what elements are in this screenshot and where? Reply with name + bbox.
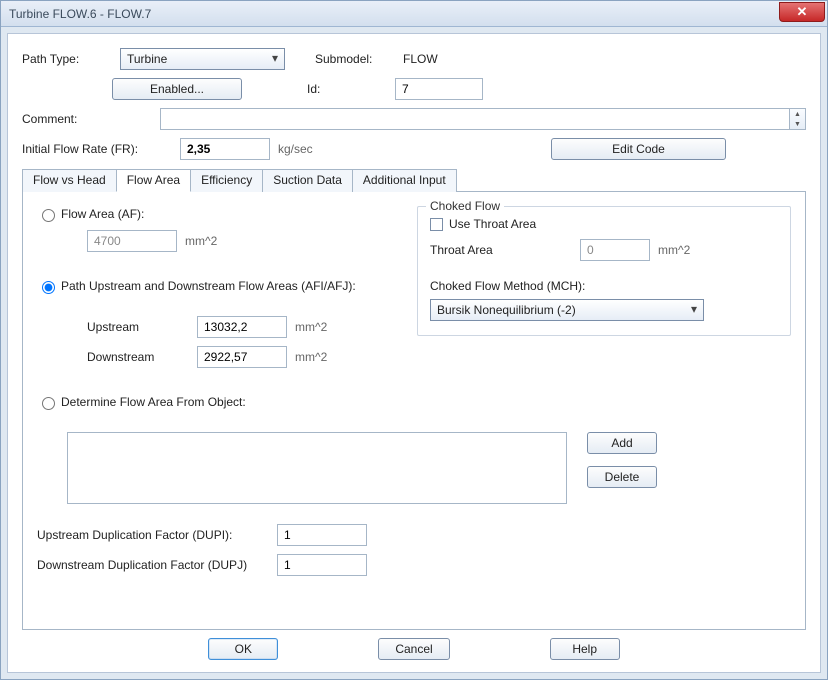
path-type-combo[interactable]: Turbine bbox=[120, 48, 285, 70]
radio-flow-area-object[interactable] bbox=[42, 397, 55, 410]
radio-afiafj-row: Path Upstream and Downstream Flow Areas … bbox=[37, 278, 387, 294]
spacer bbox=[37, 260, 387, 278]
submodel-label: Submodel: bbox=[315, 52, 395, 66]
spacer bbox=[37, 418, 791, 432]
object-buttons: Add Delete bbox=[587, 432, 657, 488]
spacer bbox=[37, 302, 387, 316]
dialog-window: Turbine FLOW.6 - FLOW.7 ✕ Path Type: Tur… bbox=[0, 0, 828, 680]
radio-flow-area-afiafj[interactable] bbox=[42, 281, 55, 294]
row-flow-rate: Initial Flow Rate (FR): kg/sec Edit Code bbox=[22, 138, 806, 160]
tab-page-flow-area: Flow Area (AF): mm^2 Path Upstream and D… bbox=[22, 192, 806, 630]
row-path-type: Path Type: Turbine Submodel: FLOW bbox=[22, 48, 806, 70]
af-value-row: mm^2 bbox=[87, 230, 387, 252]
throat-area-units: mm^2 bbox=[658, 243, 690, 257]
choked-method-label: Choked Flow Method (MCH): bbox=[430, 279, 778, 293]
choked-method-value: Bursik Nonequilibrium (-2) bbox=[437, 303, 576, 317]
dupj-input[interactable] bbox=[277, 554, 367, 576]
dupj-row: Downstream Duplication Factor (DUPJ) bbox=[37, 554, 791, 576]
spacer bbox=[430, 269, 778, 279]
choked-flow-legend: Choked Flow bbox=[426, 199, 504, 213]
window-title: Turbine FLOW.6 - FLOW.7 bbox=[9, 7, 779, 21]
tab-flow-area[interactable]: Flow Area bbox=[116, 169, 191, 192]
dupi-input[interactable] bbox=[277, 524, 367, 546]
throat-area-input bbox=[580, 239, 650, 261]
choked-flow-group: Choked Flow Use Throat Area Throat Area … bbox=[417, 206, 791, 336]
tab-flow-vs-head[interactable]: Flow vs Head bbox=[22, 169, 117, 192]
add-button-label: Add bbox=[611, 436, 632, 450]
comment-label: Comment: bbox=[22, 112, 152, 126]
dupj-label: Downstream Duplication Factor (DUPJ) bbox=[37, 558, 277, 572]
flow-rate-input[interactable] bbox=[180, 138, 270, 160]
comment-input[interactable] bbox=[160, 108, 790, 130]
id-input[interactable] bbox=[395, 78, 483, 100]
spacer bbox=[37, 512, 791, 524]
throat-area-label: Throat Area bbox=[430, 243, 580, 257]
submodel-value: FLOW bbox=[403, 52, 438, 66]
flow-rate-label: Initial Flow Rate (FR): bbox=[22, 142, 172, 156]
id-label: Id: bbox=[307, 82, 387, 96]
help-label: Help bbox=[572, 642, 597, 656]
close-button[interactable]: ✕ bbox=[779, 2, 825, 22]
two-column-layout: Flow Area (AF): mm^2 Path Upstream and D… bbox=[37, 206, 791, 376]
ok-button[interactable]: OK bbox=[208, 638, 278, 660]
delete-button-label: Delete bbox=[605, 470, 640, 484]
choked-flow-column: Choked Flow Use Throat Area Throat Area … bbox=[417, 206, 791, 376]
enabled-button-label: Enabled... bbox=[150, 82, 204, 96]
spacer bbox=[37, 376, 791, 394]
help-button[interactable]: Help bbox=[550, 638, 620, 660]
dupi-row: Upstream Duplication Factor (DUPI): bbox=[37, 524, 791, 546]
spinner-up-icon[interactable]: ▲ bbox=[790, 109, 805, 119]
path-type-label: Path Type: bbox=[22, 52, 112, 66]
upstream-input[interactable] bbox=[197, 316, 287, 338]
tab-efficiency[interactable]: Efficiency bbox=[190, 169, 263, 192]
downstream-row: Downstream mm^2 bbox=[87, 346, 387, 368]
radio-af-label: Flow Area (AF): bbox=[61, 207, 144, 221]
radio-flow-area-af[interactable] bbox=[42, 209, 55, 222]
object-listbox[interactable] bbox=[67, 432, 567, 504]
choked-method-combo[interactable]: Bursik Nonequilibrium (-2) bbox=[430, 299, 704, 321]
upstream-row: Upstream mm^2 bbox=[87, 316, 387, 338]
flow-rate-units: kg/sec bbox=[278, 142, 313, 156]
row-comment: Comment: ▲ ▼ bbox=[22, 108, 806, 130]
delete-object-button[interactable]: Delete bbox=[587, 466, 657, 488]
tab-additional-input[interactable]: Additional Input bbox=[352, 169, 457, 192]
throat-area-row: Throat Area mm^2 bbox=[430, 239, 778, 261]
downstream-input[interactable] bbox=[197, 346, 287, 368]
radio-obj-label: Determine Flow Area From Object: bbox=[61, 395, 246, 409]
af-input bbox=[87, 230, 177, 252]
tab-strip: Flow vs Head Flow Area Efficiency Suctio… bbox=[22, 168, 806, 192]
title-bar: Turbine FLOW.6 - FLOW.7 ✕ bbox=[1, 1, 827, 27]
radio-af-row: Flow Area (AF): bbox=[37, 206, 387, 222]
downstream-label: Downstream bbox=[87, 350, 197, 364]
use-throat-checkbox[interactable] bbox=[430, 218, 443, 231]
comment-spinner: ▲ ▼ bbox=[790, 108, 806, 130]
row-enabled-id: Enabled... Id: bbox=[22, 78, 806, 100]
cancel-button[interactable]: Cancel bbox=[378, 638, 449, 660]
close-icon: ✕ bbox=[797, 4, 808, 20]
object-list-row: Add Delete bbox=[67, 432, 791, 504]
enabled-button[interactable]: Enabled... bbox=[112, 78, 242, 100]
cancel-label: Cancel bbox=[395, 642, 432, 656]
path-type-value: Turbine bbox=[127, 52, 167, 66]
ok-label: OK bbox=[235, 642, 252, 656]
radio-obj-row: Determine Flow Area From Object: bbox=[37, 394, 791, 410]
upstream-label: Upstream bbox=[87, 320, 197, 334]
dialog-body: Path Type: Turbine Submodel: FLOW Enable… bbox=[7, 33, 821, 673]
spinner-down-icon[interactable]: ▼ bbox=[790, 119, 805, 129]
radio-afiafj-label: Path Upstream and Downstream Flow Areas … bbox=[61, 279, 356, 293]
downstream-units: mm^2 bbox=[295, 350, 327, 364]
edit-code-button[interactable]: Edit Code bbox=[551, 138, 726, 160]
use-throat-row: Use Throat Area bbox=[430, 217, 778, 231]
flow-area-left-column: Flow Area (AF): mm^2 Path Upstream and D… bbox=[37, 206, 387, 376]
footer-buttons: OK Cancel Help bbox=[8, 638, 820, 660]
dupi-label: Upstream Duplication Factor (DUPI): bbox=[37, 528, 277, 542]
add-object-button[interactable]: Add bbox=[587, 432, 657, 454]
edit-code-label: Edit Code bbox=[612, 142, 665, 156]
tab-suction-data[interactable]: Suction Data bbox=[262, 169, 353, 192]
upstream-units: mm^2 bbox=[295, 320, 327, 334]
use-throat-label: Use Throat Area bbox=[449, 217, 536, 231]
af-units: mm^2 bbox=[185, 234, 217, 248]
